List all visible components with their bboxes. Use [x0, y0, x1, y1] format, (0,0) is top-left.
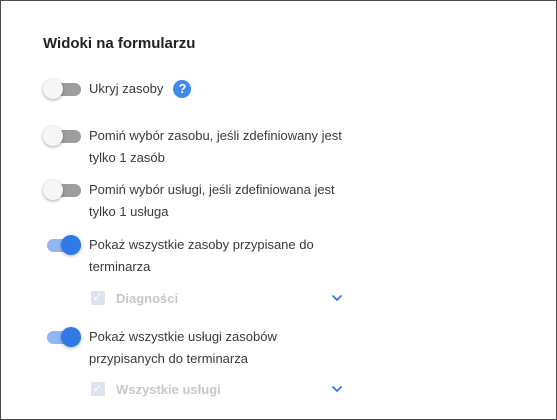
show-all-services-label-line1: Pokaż wszystkie usługi zasobów	[89, 329, 277, 344]
skip-resource-toggle[interactable]	[43, 125, 83, 147]
setting-show-all-resources: Pokaż wszystkie zasoby przypisane do ter…	[43, 234, 314, 278]
question-circle-icon[interactable]: ?	[173, 80, 192, 98]
checkmark-icon: ✓	[93, 292, 103, 304]
chevron-down-icon[interactable]	[331, 292, 343, 304]
skip-resource-label: Pomiń wybór zasobu, jeśli zdefiniowany j…	[89, 125, 342, 169]
toggle-knob	[61, 327, 81, 347]
setting-hide-resources: Ukryj zasoby ?	[43, 78, 192, 100]
show-all-resources-toggle[interactable]	[43, 234, 83, 256]
show-all-services-toggle[interactable]	[43, 326, 83, 348]
skip-resource-label-line1: Pomiń wybór zasobu, jeśli zdefiniowany j…	[89, 128, 342, 143]
hide-resources-toggle[interactable]	[43, 78, 83, 100]
setting-skip-service-choice: Pomiń wybór usługi, jeśli zdefiniowana j…	[43, 179, 335, 223]
toggle-knob	[43, 126, 63, 146]
chevron-down-icon[interactable]	[331, 383, 343, 395]
skip-resource-label-line2: tylko 1 zasób	[89, 150, 165, 165]
skip-service-label-line1: Pomiń wybór usługi, jeśli zdefiniowana j…	[89, 182, 335, 197]
services-dropdown[interactable]: ✓ Wszystkie usługi	[91, 379, 343, 399]
toggle-knob	[61, 235, 81, 255]
setting-skip-resource-choice: Pomiń wybór zasobu, jeśli zdefiniowany j…	[43, 125, 342, 169]
skip-service-toggle[interactable]	[43, 179, 83, 201]
hide-resources-label: Ukryj zasoby	[89, 81, 164, 96]
show-all-resources-label-line1: Pokaż wszystkie zasoby przypisane do	[89, 237, 314, 252]
toggle-knob	[43, 180, 63, 200]
toggle-knob	[43, 79, 63, 99]
resources-dropdown[interactable]: ✓ Diagności	[91, 288, 343, 308]
resources-checkbox: ✓	[91, 291, 105, 305]
checkmark-icon: ✓	[93, 383, 103, 395]
resources-dropdown-value: Diagności	[116, 290, 179, 306]
show-all-resources-label-line2: terminarza	[89, 259, 151, 274]
show-all-services-label-line2: przypisanych do terminarza	[89, 351, 248, 366]
setting-show-all-services: Pokaż wszystkie usługi zasobów przypisan…	[43, 326, 277, 370]
show-all-resources-label: Pokaż wszystkie zasoby przypisane do ter…	[89, 234, 314, 278]
settings-panel: Widoki na formularzu Ukryj zasoby ? Pomi…	[0, 0, 557, 420]
section-title: Widoki na formularzu	[43, 35, 196, 52]
services-dropdown-value: Wszystkie usługi	[116, 381, 221, 397]
show-all-services-label: Pokaż wszystkie usługi zasobów przypisan…	[89, 326, 277, 370]
skip-service-label-line2: tylko 1 usługa	[89, 204, 169, 219]
services-checkbox: ✓	[91, 382, 105, 396]
skip-service-label: Pomiń wybór usługi, jeśli zdefiniowana j…	[89, 179, 335, 223]
